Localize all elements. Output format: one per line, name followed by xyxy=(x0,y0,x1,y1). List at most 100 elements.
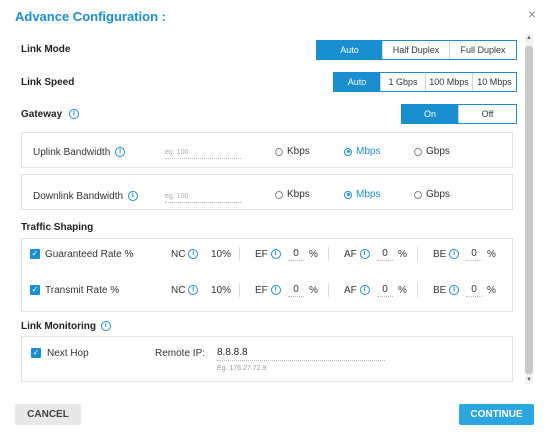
transmit-af-input[interactable]: 0 xyxy=(377,284,393,297)
next-hop-label: Next Hop xyxy=(47,348,89,359)
gateway-label-text: Gateway xyxy=(21,109,63,120)
radio-dot-icon xyxy=(344,147,352,156)
af-label: AF xyxy=(344,285,357,296)
gateway-on[interactable]: On xyxy=(402,105,459,123)
nc-info-icon[interactable]: i xyxy=(188,249,199,260)
scroll-down-icon[interactable]: ▼ xyxy=(525,376,533,384)
gateway-info-icon[interactable]: i xyxy=(68,109,79,120)
uplink-gbps-radio[interactable]: Gbps xyxy=(414,146,450,157)
link-speed-10mbps[interactable]: 10 Mbps xyxy=(473,73,516,91)
radio-dot-icon xyxy=(275,147,283,156)
continue-button[interactable]: CONTINUE xyxy=(459,404,534,425)
percent-sign: % xyxy=(398,249,407,260)
gateway-off[interactable]: Off xyxy=(459,105,516,123)
percent-sign: % xyxy=(309,249,318,260)
uplink-label-text: Uplink Bandwidth xyxy=(33,147,111,158)
remote-ip-input[interactable]: 8.8.8.8 xyxy=(217,347,385,361)
divider xyxy=(239,247,240,261)
uplink-info-icon[interactable]: i xyxy=(115,147,126,158)
guaranteed-be: BE i xyxy=(433,249,460,260)
downlink-input[interactable]: eg. 100 xyxy=(165,193,241,203)
link-monitoring-info-icon[interactable]: i xyxy=(100,321,111,332)
downlink-label: Downlink Bandwidth i xyxy=(33,191,138,202)
guaranteed-af: AF i xyxy=(344,249,370,260)
downlink-mbps-radio[interactable]: Mbps xyxy=(344,189,380,200)
link-speed-toggle: Auto 1 Gbps 100 Mbps 10 Mbps xyxy=(333,72,517,92)
radio-dot-icon xyxy=(414,147,422,156)
divider xyxy=(328,283,329,297)
downlink-kbps-label: Kbps xyxy=(287,189,310,200)
be-info-icon[interactable]: i xyxy=(449,285,460,296)
nc-label: NC xyxy=(171,285,186,296)
downlink-info-icon[interactable]: i xyxy=(127,191,138,202)
next-hop-checkbox[interactable]: ✓ xyxy=(31,348,41,358)
gateway-label: Gateway i xyxy=(21,109,79,120)
guaranteed-ef: EF i xyxy=(255,249,281,260)
divider xyxy=(328,247,329,261)
link-mode-full-duplex[interactable]: Full Duplex xyxy=(450,41,516,59)
close-icon[interactable]: × xyxy=(528,6,536,22)
uplink-card: Uplink Bandwidth i eg. 100 Kbps Mbps Gbp… xyxy=(21,132,513,168)
transmit-nc: NC i xyxy=(171,285,199,296)
af-info-icon[interactable]: i xyxy=(359,285,370,296)
ef-label: EF xyxy=(255,249,268,260)
percent-sign: % xyxy=(487,285,496,296)
downlink-mbps-label: Mbps xyxy=(356,189,381,200)
link-speed-100mbps[interactable]: 100 Mbps xyxy=(426,73,473,91)
percent-sign: % xyxy=(487,249,496,260)
dialog-title: Advance Configuration : xyxy=(15,9,166,24)
uplink-mbps-radio[interactable]: Mbps xyxy=(344,146,380,157)
link-speed-label: Link Speed xyxy=(21,77,75,88)
radio-dot-icon xyxy=(414,190,422,199)
guaranteed-rate-checkbox[interactable]: ✓ xyxy=(30,249,40,259)
be-label: BE xyxy=(433,285,447,296)
guaranteed-nc: NC i xyxy=(171,249,199,260)
nc-info-icon[interactable]: i xyxy=(188,285,199,296)
downlink-label-text: Downlink Bandwidth xyxy=(33,191,124,202)
remote-ip-hint: Eg. 176.27.72.9 xyxy=(217,365,267,372)
transmit-ef-input[interactable]: 0 xyxy=(288,284,304,297)
scrollbar-thumb[interactable] xyxy=(525,46,533,374)
remote-ip-label: Remote IP: xyxy=(155,348,206,359)
guaranteed-ef-input[interactable]: 0 xyxy=(288,248,304,261)
guaranteed-rate-label: Guaranteed Rate % xyxy=(45,249,134,260)
uplink-gbps-label: Gbps xyxy=(426,146,450,157)
uplink-label: Uplink Bandwidth i xyxy=(33,147,126,158)
nc-label: NC xyxy=(171,249,186,260)
transmit-rate-checkbox[interactable]: ✓ xyxy=(30,285,40,295)
divider xyxy=(417,247,418,261)
downlink-gbps-radio[interactable]: Gbps xyxy=(414,189,450,200)
ef-info-icon[interactable]: i xyxy=(270,249,281,260)
transmit-be-input[interactable]: 0 xyxy=(466,284,482,297)
uplink-kbps-radio[interactable]: Kbps xyxy=(275,146,310,157)
cancel-button[interactable]: CANCEL xyxy=(15,404,81,425)
guaranteed-be-input[interactable]: 0 xyxy=(466,248,482,261)
link-monitoring-label-text: Link Monitoring xyxy=(21,321,96,332)
uplink-input[interactable]: eg. 100 xyxy=(165,149,241,159)
af-info-icon[interactable]: i xyxy=(359,249,370,260)
link-speed-1gbps[interactable]: 1 Gbps xyxy=(381,73,426,91)
guaranteed-af-input[interactable]: 0 xyxy=(377,248,393,261)
downlink-gbps-label: Gbps xyxy=(426,189,450,200)
scrollbar[interactable]: ▲ ▼ xyxy=(525,34,533,384)
transmit-be: BE i xyxy=(433,285,460,296)
radio-dot-icon xyxy=(275,190,283,199)
be-label: BE xyxy=(433,249,447,260)
config-scroll-area: Link Mode Auto Half Duplex Full Duplex L… xyxy=(13,34,523,384)
scroll-up-icon[interactable]: ▲ xyxy=(525,34,533,42)
transmit-ef: EF i xyxy=(255,285,281,296)
link-mode-half-duplex[interactable]: Half Duplex xyxy=(383,41,450,59)
traffic-shaping-card: ✓ Guaranteed Rate % NC i 10% EF i 0 % AF… xyxy=(21,238,513,312)
downlink-kbps-radio[interactable]: Kbps xyxy=(275,189,310,200)
gateway-toggle: On Off xyxy=(401,104,517,124)
transmit-af: AF i xyxy=(344,285,370,296)
link-speed-auto[interactable]: Auto xyxy=(334,73,381,91)
divider xyxy=(417,283,418,297)
transmit-nc-value: 10% xyxy=(211,285,232,296)
guaranteed-nc-value: 10% xyxy=(211,249,232,260)
ef-info-icon[interactable]: i xyxy=(270,285,281,296)
af-label: AF xyxy=(344,249,357,260)
be-info-icon[interactable]: i xyxy=(449,249,460,260)
link-mode-auto[interactable]: Auto xyxy=(317,41,383,59)
uplink-mbps-label: Mbps xyxy=(356,146,381,157)
